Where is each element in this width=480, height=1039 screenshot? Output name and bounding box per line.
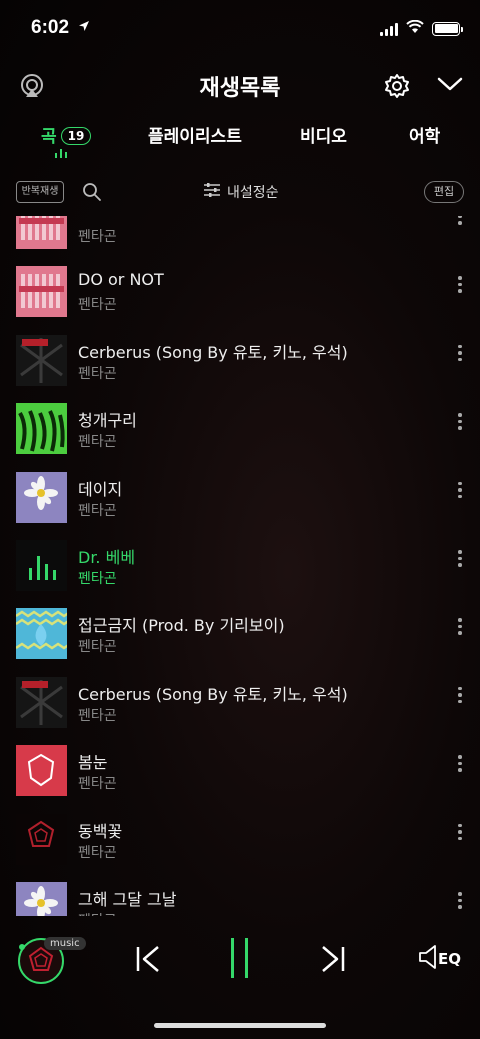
album-art bbox=[16, 676, 67, 728]
song-artist: 펜타곤 bbox=[78, 639, 117, 656]
song-row[interactable]: 동백꽃펜타곤 bbox=[0, 813, 480, 882]
home-indicator bbox=[154, 1023, 326, 1028]
song-list[interactable]: 펜타곤 DO or NOT 펜타곤 Cerberus (Song By 유토, 키노,… bbox=[0, 216, 480, 916]
song-title: 그해 그달 그날 bbox=[78, 890, 177, 909]
more-options-icon[interactable] bbox=[455, 344, 465, 362]
status-time: 6:02 bbox=[31, 17, 70, 38]
album-art bbox=[16, 403, 67, 455]
repeat-label: 반복재생 bbox=[21, 186, 59, 197]
eq-button[interactable]: EQ bbox=[418, 944, 461, 974]
album-art bbox=[16, 334, 67, 386]
more-options-icon[interactable] bbox=[455, 618, 465, 635]
header: 재생목록 bbox=[0, 60, 480, 110]
chevron-down-icon[interactable] bbox=[436, 74, 464, 98]
more-options-icon[interactable] bbox=[455, 550, 465, 567]
song-row[interactable]: Dr. 베베펜타곤 bbox=[0, 540, 480, 608]
song-artist: 펜타곤 bbox=[78, 910, 117, 916]
location-arrow-icon bbox=[78, 20, 90, 36]
song-title: 데이지 bbox=[78, 479, 123, 499]
speaker-icon bbox=[418, 944, 438, 974]
status-bar: 6:02 bbox=[0, 0, 480, 56]
more-options-icon[interactable] bbox=[455, 276, 465, 293]
song-row[interactable]: 청개구리펜타곤 bbox=[0, 403, 480, 471]
cellular-signal-icon bbox=[380, 22, 398, 36]
song-title: DO or NOT bbox=[78, 270, 164, 290]
song-count-badge: 19 bbox=[60, 127, 92, 145]
song-title: Cerberus (Song By 유토, 키노, 우석) bbox=[78, 684, 348, 704]
album-art bbox=[16, 540, 67, 591]
album-art bbox=[16, 266, 67, 318]
song-title: 청개구리 bbox=[78, 411, 137, 431]
song-row[interactable]: DO or NOT 펜타곤 bbox=[0, 266, 480, 334]
song-title: Cerberus (Song By 유토, 키노, 우석) bbox=[78, 342, 348, 362]
song-artist: 펜타곤 bbox=[78, 434, 117, 451]
battery-icon bbox=[432, 21, 463, 36]
eq-label: EQ bbox=[438, 950, 461, 968]
song-row[interactable]: Cerberus (Song By 유토, 키노, 우석) 펜타곤 bbox=[0, 334, 480, 403]
search-icon[interactable] bbox=[82, 182, 102, 206]
tab-songs[interactable]: 곡 19 bbox=[41, 122, 92, 147]
song-artist: 펜타곤 bbox=[78, 844, 117, 861]
song-artist: 펜타곤 bbox=[78, 707, 117, 724]
list-toolbar: 반복재생 내설정순 편집 bbox=[0, 176, 480, 212]
more-options-icon[interactable] bbox=[455, 481, 465, 499]
status-dot-icon bbox=[19, 944, 25, 950]
more-options-icon[interactable] bbox=[455, 216, 465, 225]
tab-language[interactable]: 어학 bbox=[409, 122, 440, 147]
more-options-icon[interactable] bbox=[455, 755, 465, 772]
playing-indicator-icon bbox=[55, 148, 67, 158]
more-options-icon[interactable] bbox=[455, 892, 465, 909]
album-art bbox=[16, 471, 67, 523]
tab-bar: 곡 19 플레이리스트 비디오 어학 bbox=[0, 118, 480, 168]
song-artist: 펜타곤 bbox=[78, 229, 117, 245]
song-row[interactable]: 접근금지 (Prod. By 기리보이) 펜타곤 bbox=[0, 608, 480, 676]
song-row[interactable]: 펜타곤 bbox=[0, 216, 480, 266]
album-art bbox=[16, 608, 67, 660]
song-row[interactable]: 데이지펜타곤 bbox=[0, 471, 480, 540]
song-title: 접근금지 (Prod. By 기리보이) bbox=[78, 616, 285, 636]
song-artist: 펜타곤 bbox=[78, 502, 117, 519]
gear-icon[interactable] bbox=[383, 72, 411, 104]
album-art bbox=[16, 745, 67, 797]
album-art bbox=[16, 216, 67, 249]
album-art bbox=[16, 882, 67, 916]
song-row[interactable]: Cerberus (Song By 유토, 키노, 우석) 펜타곤 bbox=[0, 676, 480, 745]
tab-videos[interactable]: 비디오 bbox=[300, 122, 347, 147]
wifi-icon bbox=[406, 19, 424, 38]
tab-label: 곡 bbox=[41, 127, 57, 147]
song-artist: 펜타곤 bbox=[78, 776, 117, 793]
mini-player: music EQ bbox=[0, 928, 480, 998]
more-options-icon[interactable] bbox=[455, 413, 465, 430]
song-artist: 펜타곤 bbox=[78, 365, 117, 382]
song-artist: 펜타곤 bbox=[78, 571, 117, 587]
more-options-icon[interactable] bbox=[455, 823, 465, 841]
edit-button[interactable]: 편집 bbox=[424, 181, 464, 203]
pause-icon[interactable] bbox=[228, 936, 252, 984]
song-title: 봄눈 bbox=[78, 753, 108, 773]
tab-playlists[interactable]: 플레이리스트 bbox=[148, 122, 242, 147]
song-artist: 펜타곤 bbox=[78, 297, 117, 314]
repeat-button[interactable]: 반복재생 bbox=[16, 178, 64, 206]
more-options-icon[interactable] bbox=[455, 686, 465, 704]
sliders-icon bbox=[203, 182, 221, 202]
next-icon[interactable] bbox=[318, 944, 348, 978]
sort-button[interactable]: 내설정순 bbox=[203, 182, 279, 202]
song-title: 동백꽃 bbox=[78, 821, 123, 841]
previous-icon[interactable] bbox=[133, 944, 163, 978]
music-badge: music bbox=[44, 937, 86, 950]
album-art bbox=[16, 813, 67, 865]
song-title: Dr. 베베 bbox=[78, 548, 136, 567]
song-row[interactable]: 봄눈펜타곤 bbox=[0, 745, 480, 813]
sort-label: 내설정순 bbox=[227, 185, 279, 201]
song-row[interactable]: 그해 그달 그날펜타곤 bbox=[0, 882, 480, 916]
